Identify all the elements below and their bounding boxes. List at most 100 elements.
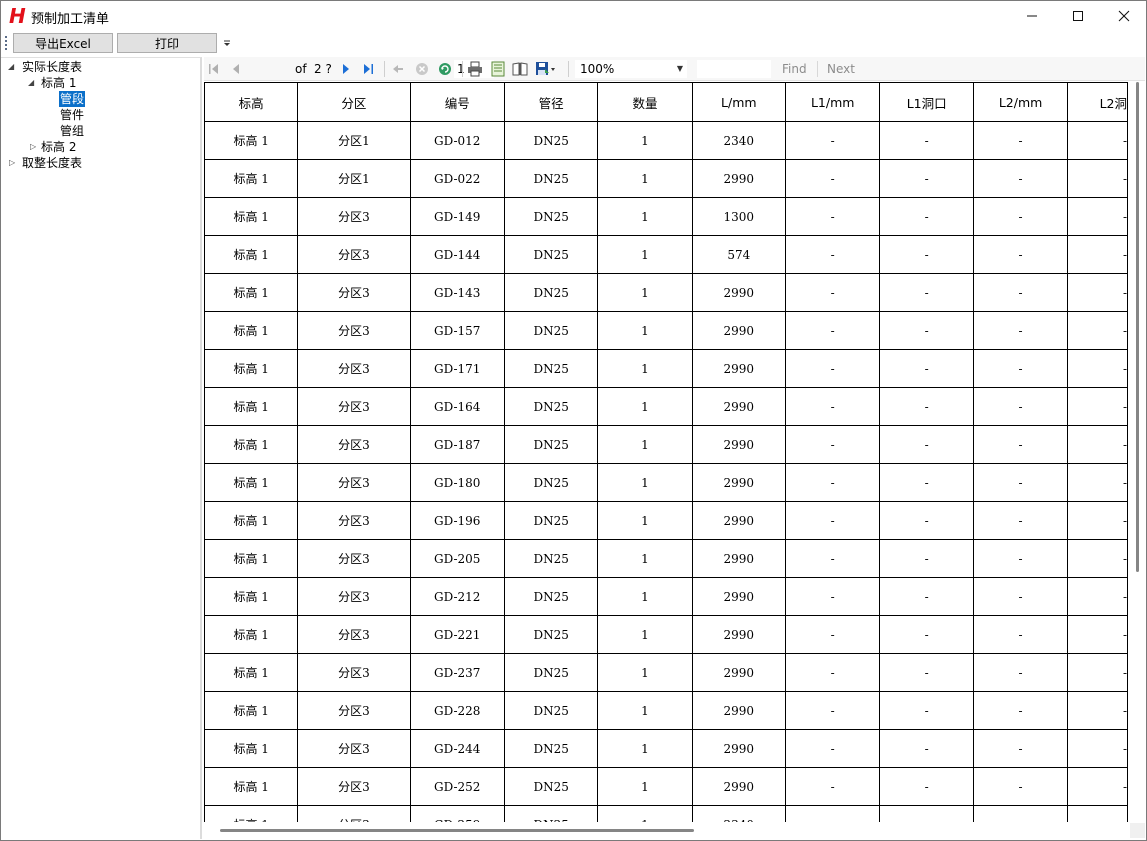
table-cell: GD-221 <box>409 615 505 654</box>
table-cell: - <box>879 501 974 540</box>
table-cell: GD-196 <box>409 501 505 540</box>
tree-item-fittings[interactable]: 管件 <box>60 107 84 123</box>
column-header: L1洞口 <box>879 82 974 122</box>
table-row: 标高 1 分区3 GD-144 DN25 1 574- - - - <box>204 235 1128 274</box>
tree-item-actual-length[interactable]: 实际长度表 <box>22 59 82 75</box>
table-cell: 1 <box>597 767 693 806</box>
table-cell: - <box>784 463 881 502</box>
table-cell: - <box>1067 121 1128 160</box>
table-cell: 标高 1 <box>204 501 299 540</box>
table-cell: - <box>972 121 1069 160</box>
export-excel-button[interactable]: 导出Excel <box>13 33 113 53</box>
table-cell: - <box>972 197 1069 236</box>
table-cell: 标高 1 <box>204 805 299 822</box>
table-cell: - <box>972 539 1069 578</box>
print-layout-button[interactable] <box>490 61 506 77</box>
page-setup-button[interactable] <box>512 61 528 77</box>
vertical-scrollbar[interactable] <box>1130 82 1145 822</box>
table-cell: GD-244 <box>409 729 505 768</box>
tree-item-level-2[interactable]: 标高 2 <box>41 139 76 155</box>
table-cell: - <box>784 425 881 464</box>
table-row: 标高 1 分区3 GD-228 DN25 1 2990- - - - <box>204 691 1128 730</box>
table-cell: - <box>879 273 974 312</box>
table-cell: - <box>784 805 881 822</box>
table-cell: 2990 <box>691 425 786 464</box>
table-cell: - <box>879 615 974 654</box>
chevron-down-icon: ▼ <box>676 64 683 73</box>
table-cell: - <box>879 463 974 502</box>
expand-arrow-icon[interactable]: ▷ <box>30 139 36 155</box>
minimize-button[interactable] <box>1009 1 1055 31</box>
table-cell: GD-237 <box>409 653 505 692</box>
tree-item-level-1[interactable]: 标高 1 <box>41 75 76 91</box>
table-cell: - <box>784 273 881 312</box>
zoom-select[interactable]: 100% ▼ <box>575 60 687 78</box>
table-cell: - <box>784 121 881 160</box>
table-cell: 分区3 <box>297 691 411 730</box>
table-cell: 标高 1 <box>204 767 299 806</box>
table-cell: - <box>1067 197 1128 236</box>
table-row: 标高 1 分区3 GD-157 DN25 1 2990- - - - <box>204 311 1128 350</box>
column-header: L2洞 <box>1067 82 1128 122</box>
close-button[interactable] <box>1101 1 1147 31</box>
horizontal-scrollbar[interactable] <box>204 823 1130 838</box>
find-next-link[interactable]: Next <box>827 61 855 77</box>
first-page-button[interactable] <box>206 61 222 77</box>
table-cell: 标高 1 <box>204 691 299 730</box>
tree-item-pipe-segment[interactable]: 管段 <box>59 91 86 107</box>
table-cell: 2990 <box>691 577 786 616</box>
previous-page-button[interactable] <box>228 61 244 77</box>
last-page-button[interactable] <box>360 61 376 77</box>
save-export-icon <box>536 62 555 75</box>
table-cell: - <box>972 577 1069 616</box>
refresh-button[interactable] <box>437 61 453 77</box>
table-cell: 1 <box>597 805 693 822</box>
table-cell: - <box>1067 273 1128 312</box>
table-cell: 分区3 <box>297 653 411 692</box>
table-cell: 标高 1 <box>204 311 299 350</box>
expand-arrow-icon[interactable]: ▷ <box>9 155 15 171</box>
stop-button[interactable] <box>414 61 430 77</box>
find-input[interactable] <box>697 60 771 78</box>
table-cell: 分区3 <box>297 539 411 578</box>
print-button[interactable]: 打印 <box>117 33 217 53</box>
table-cell: 1 <box>597 425 693 464</box>
table-cell: - <box>784 691 881 730</box>
table-cell: GD-157 <box>409 311 505 350</box>
table-cell: - <box>879 311 974 350</box>
export-button[interactable] <box>535 61 557 77</box>
vertical-scroll-thumb[interactable] <box>1136 82 1139 572</box>
collapse-arrow-icon[interactable]: ◢ <box>8 59 14 75</box>
table-row: 标高 1 分区3 GD-205 DN25 1 2990- - - - <box>204 539 1128 578</box>
horizontal-scroll-thumb[interactable] <box>220 829 694 832</box>
toolbar-overflow-icon[interactable] <box>221 38 233 52</box>
first-page-icon <box>209 64 218 74</box>
table-cell: 分区3 <box>297 349 411 388</box>
collapse-arrow-icon[interactable]: ◢ <box>28 75 34 91</box>
maximize-button[interactable] <box>1055 1 1101 31</box>
table-cell: 1 <box>597 463 693 502</box>
table-cell: DN25 <box>503 729 599 768</box>
table-cell: DN25 <box>503 197 599 236</box>
tree-item-rounded-length[interactable]: 取整长度表 <box>22 155 82 171</box>
table-cell: - <box>972 729 1069 768</box>
table-cell: - <box>1067 387 1128 426</box>
table-cell: - <box>784 387 881 426</box>
table-cell: GD-022 <box>409 159 505 198</box>
column-header: 编号 <box>409 82 505 122</box>
table-cell: - <box>972 311 1069 350</box>
toolbar-grip-icon[interactable] <box>5 36 8 50</box>
table-cell: - <box>784 197 881 236</box>
table-cell: 标高 1 <box>204 425 299 464</box>
column-header: L1/mm <box>784 82 881 122</box>
next-page-button[interactable] <box>338 61 354 77</box>
tree-item-pipe-group[interactable]: 管组 <box>60 123 84 139</box>
column-header: L2/mm <box>972 82 1069 122</box>
print-report-button[interactable] <box>467 61 483 77</box>
last-page-icon <box>364 64 373 74</box>
back-button[interactable] <box>390 61 406 77</box>
toolbar-separator <box>568 61 569 77</box>
table-cell: GD-149 <box>409 197 505 236</box>
table-cell: DN25 <box>503 653 599 692</box>
find-link[interactable]: Find <box>782 61 807 77</box>
